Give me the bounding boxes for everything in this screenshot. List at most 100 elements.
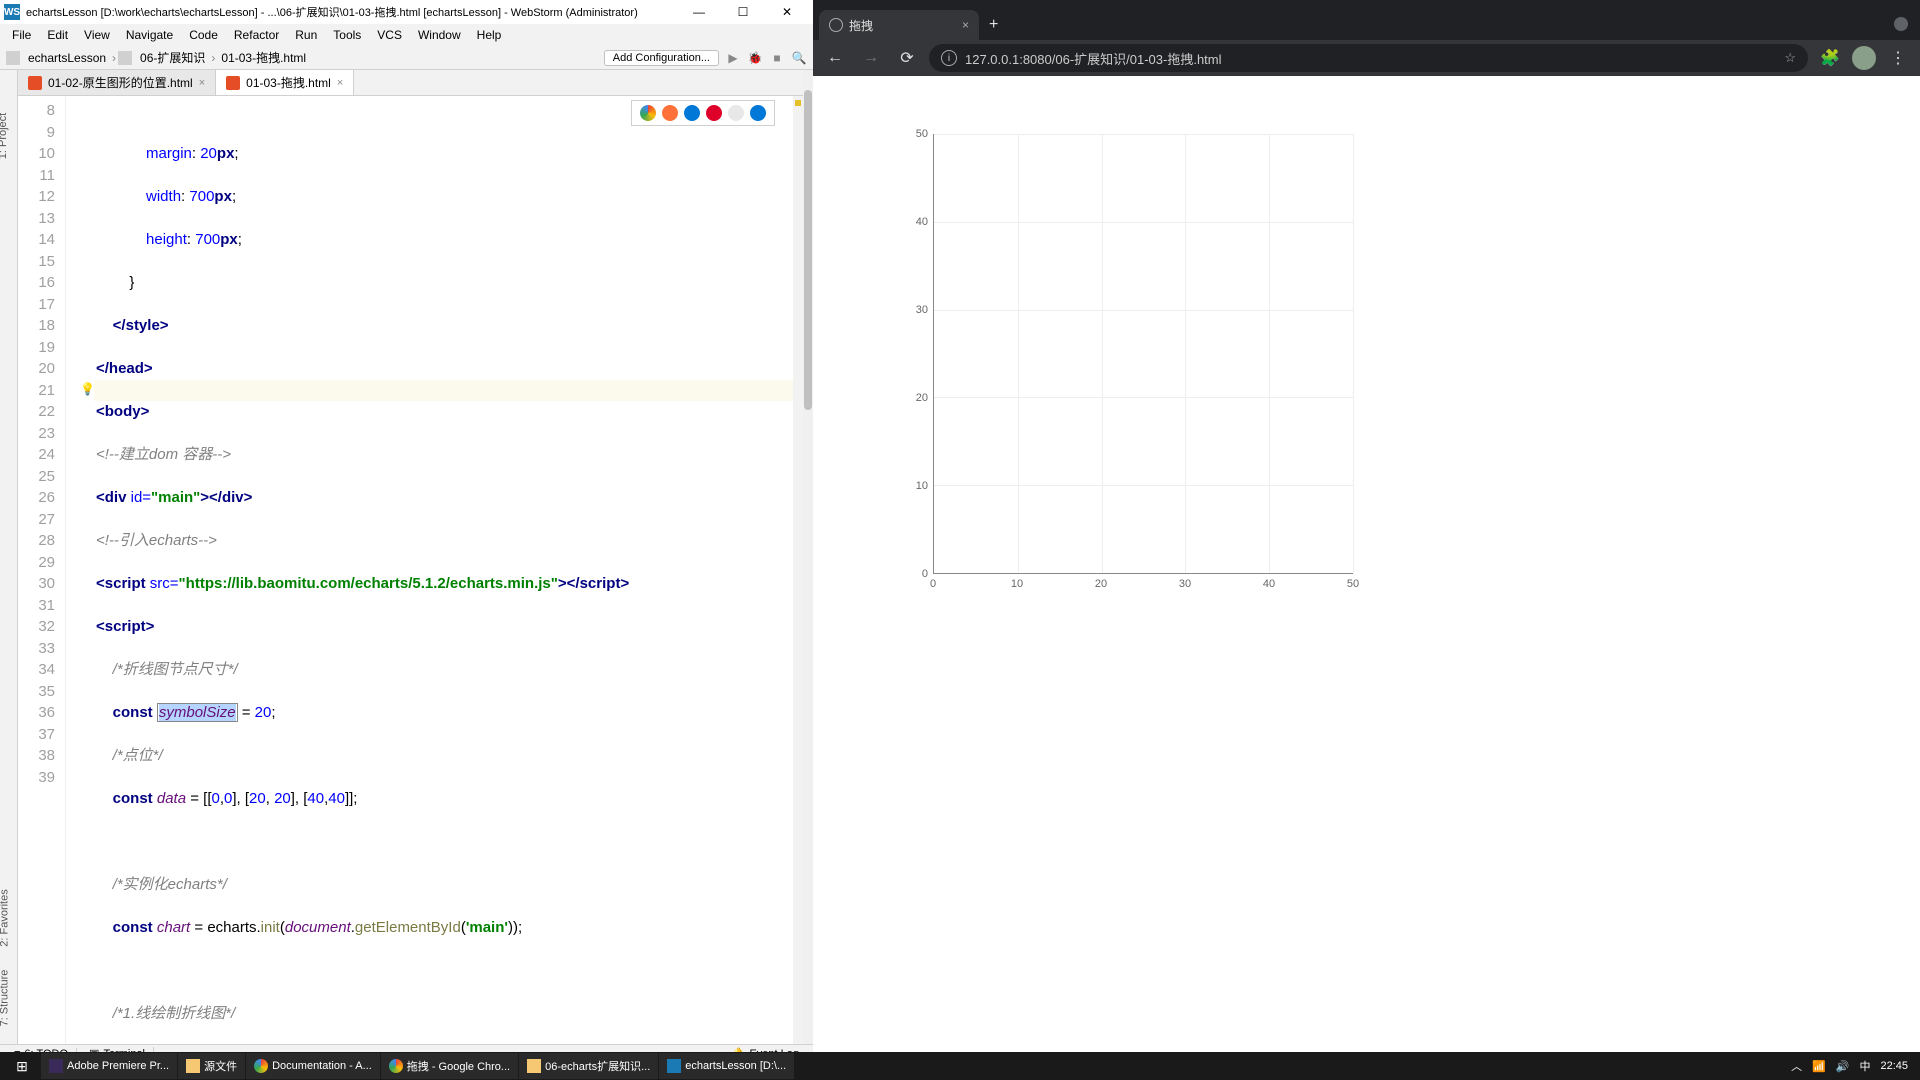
- menu-window[interactable]: Window: [412, 26, 467, 44]
- breadcrumb-file[interactable]: 01-03-拖拽.html: [217, 49, 310, 66]
- browser-tab[interactable]: 拖拽 ×: [819, 10, 979, 40]
- structure-tool-button[interactable]: 7: Structure: [0, 970, 10, 1027]
- editor-scrollbar[interactable]: [803, 70, 813, 1044]
- search-icon[interactable]: 🔍: [791, 50, 807, 66]
- marker-gutter: 💡: [82, 96, 94, 1044]
- start-button[interactable]: ⊞: [4, 1053, 40, 1079]
- menu-help[interactable]: Help: [471, 26, 508, 44]
- scrollbar-thumb[interactable]: [804, 90, 812, 410]
- chrome-icon: [254, 1059, 268, 1073]
- ime-icon[interactable]: 中: [1859, 1058, 1870, 1074]
- project-tool-button[interactable]: 1: Project: [0, 113, 9, 159]
- windows-taskbar: ⊞ Adobe Premiere Pr... 源文件 Documentation…: [0, 1052, 1920, 1080]
- chrome-window: ― ☐ ✕ 拖拽 × + ← → ⟳ i 127.0.0.1:8080/06-扩…: [813, 0, 1920, 1080]
- edge-icon[interactable]: [750, 105, 766, 121]
- editor-tabs: 01-02-原生图形的位置.html × 01-03-拖拽.html ×: [18, 70, 803, 96]
- volume-icon[interactable]: 🔊: [1836, 1060, 1850, 1073]
- error-stripe[interactable]: [793, 96, 803, 1044]
- close-tab-icon[interactable]: ×: [337, 77, 343, 89]
- y-tick-label: 10: [916, 480, 928, 492]
- menu-navigate[interactable]: Navigate: [120, 26, 179, 44]
- ide-toolbar: echartsLesson › 06-扩展知识 › 01-03-拖拽.html …: [0, 46, 813, 70]
- tray-chevron-icon[interactable]: ︿: [1791, 1058, 1802, 1074]
- breadcrumb-folder[interactable]: 06-扩展知识: [136, 49, 209, 66]
- close-tab-icon[interactable]: ×: [962, 18, 969, 32]
- chrome-icon: [389, 1059, 403, 1073]
- tab-search-icon[interactable]: [1894, 17, 1908, 31]
- taskbar-item[interactable]: echartsLesson [D:\...: [659, 1053, 794, 1079]
- run-icon[interactable]: ▶: [725, 50, 741, 66]
- tab-label: 01-02-原生图形的位置.html: [48, 74, 193, 91]
- ie-icon[interactable]: [728, 105, 744, 121]
- back-button[interactable]: ←: [821, 44, 849, 72]
- chevron-right-icon: ›: [209, 51, 217, 65]
- chrome-icon[interactable]: [640, 105, 656, 121]
- tab-title: 拖拽: [849, 17, 873, 34]
- menu-icon[interactable]: ⋮: [1884, 44, 1912, 72]
- stop-icon[interactable]: ■: [769, 50, 785, 66]
- x-tick-label: 40: [1263, 578, 1275, 590]
- chrome-tab-strip: 拖拽 × +: [813, 8, 1920, 40]
- warning-marker-icon[interactable]: [795, 100, 801, 106]
- folder-icon: [186, 1059, 200, 1073]
- taskbar-item[interactable]: Documentation - A...: [246, 1053, 380, 1079]
- editor-tab[interactable]: 01-02-原生图形的位置.html ×: [18, 70, 216, 95]
- address-bar[interactable]: i 127.0.0.1:8080/06-扩展知识/01-03-拖拽.html ☆: [929, 44, 1808, 72]
- network-icon[interactable]: 📶: [1812, 1060, 1826, 1073]
- ide-titlebar[interactable]: WS echartsLesson [D:\work\echarts\echart…: [0, 0, 813, 24]
- intention-bulb-icon[interactable]: 💡: [80, 379, 95, 401]
- minimize-button[interactable]: ―: [677, 0, 721, 24]
- new-tab-button[interactable]: +: [979, 10, 1008, 40]
- clock[interactable]: 22:45: [1880, 1060, 1908, 1072]
- chrome-toolbar: ← → ⟳ i 127.0.0.1:8080/06-扩展知识/01-03-拖拽.…: [813, 40, 1920, 76]
- close-tab-icon[interactable]: ×: [199, 77, 205, 89]
- breadcrumb-root[interactable]: echartsLesson: [24, 51, 110, 65]
- taskbar-item[interactable]: 源文件: [178, 1053, 245, 1079]
- echarts-chart[interactable]: 50 40 30 20 10 0 0 10 20 30 40 50: [863, 126, 1353, 646]
- menu-edit[interactable]: Edit: [41, 26, 74, 44]
- favorites-tool-button[interactable]: 2: Favorites: [0, 889, 11, 946]
- webstorm-icon: WS: [4, 4, 20, 20]
- profile-avatar[interactable]: [1852, 46, 1876, 70]
- tab-label: 01-03-拖拽.html: [246, 74, 331, 91]
- system-tray[interactable]: ︿ 📶 🔊 中 22:45: [1791, 1058, 1916, 1074]
- page-viewport: 50 40 30 20 10 0 0 10 20 30 40 50: [813, 76, 1920, 1080]
- debug-icon[interactable]: 🐞: [747, 50, 763, 66]
- menu-vcs[interactable]: VCS: [371, 26, 408, 44]
- folder-icon: [527, 1059, 541, 1073]
- editor-tab-active[interactable]: 01-03-拖拽.html ×: [216, 70, 354, 95]
- chart-grid: [933, 134, 1353, 574]
- fold-gutter: [66, 96, 82, 1044]
- folder-icon: [6, 51, 20, 65]
- menu-file[interactable]: File: [6, 26, 37, 44]
- safari-icon[interactable]: [684, 105, 700, 121]
- bookmark-star-icon[interactable]: ☆: [1784, 50, 1796, 66]
- premiere-icon: [49, 1059, 63, 1073]
- add-configuration-button[interactable]: Add Configuration...: [604, 50, 719, 66]
- opera-icon[interactable]: [706, 105, 722, 121]
- globe-icon: [829, 18, 843, 32]
- left-tool-gutter: 1: Project 2: Favorites 7: Structure: [0, 70, 18, 1044]
- html-file-icon: [226, 76, 240, 90]
- menu-view[interactable]: View: [78, 26, 116, 44]
- y-tick-label: 20: [916, 392, 928, 404]
- menu-refactor[interactable]: Refactor: [228, 26, 285, 44]
- taskbar-item[interactable]: Adobe Premiere Pr...: [41, 1053, 177, 1079]
- menu-tools[interactable]: Tools: [327, 26, 367, 44]
- maximize-button[interactable]: ☐: [721, 0, 765, 24]
- x-tick-label: 20: [1095, 578, 1107, 590]
- forward-button[interactable]: →: [857, 44, 885, 72]
- menu-run[interactable]: Run: [289, 26, 323, 44]
- extensions-icon[interactable]: 🧩: [1816, 44, 1844, 72]
- menu-code[interactable]: Code: [183, 26, 224, 44]
- taskbar-item[interactable]: 拖拽 - Google Chro...: [381, 1053, 518, 1079]
- code-content[interactable]: margin: 20px; width: 700px; height: 700p…: [94, 96, 803, 1044]
- taskbar-item[interactable]: 06-echarts扩展知识...: [519, 1053, 658, 1079]
- webstorm-window: WS echartsLesson [D:\work\echarts\echart…: [0, 0, 813, 1080]
- firefox-icon[interactable]: [662, 105, 678, 121]
- x-tick-label: 30: [1179, 578, 1191, 590]
- code-editor[interactable]: 8910111213141516171819202122232425262728…: [18, 96, 803, 1044]
- site-info-icon[interactable]: i: [941, 50, 957, 66]
- reload-button[interactable]: ⟳: [893, 44, 921, 72]
- close-button[interactable]: ✕: [765, 0, 809, 24]
